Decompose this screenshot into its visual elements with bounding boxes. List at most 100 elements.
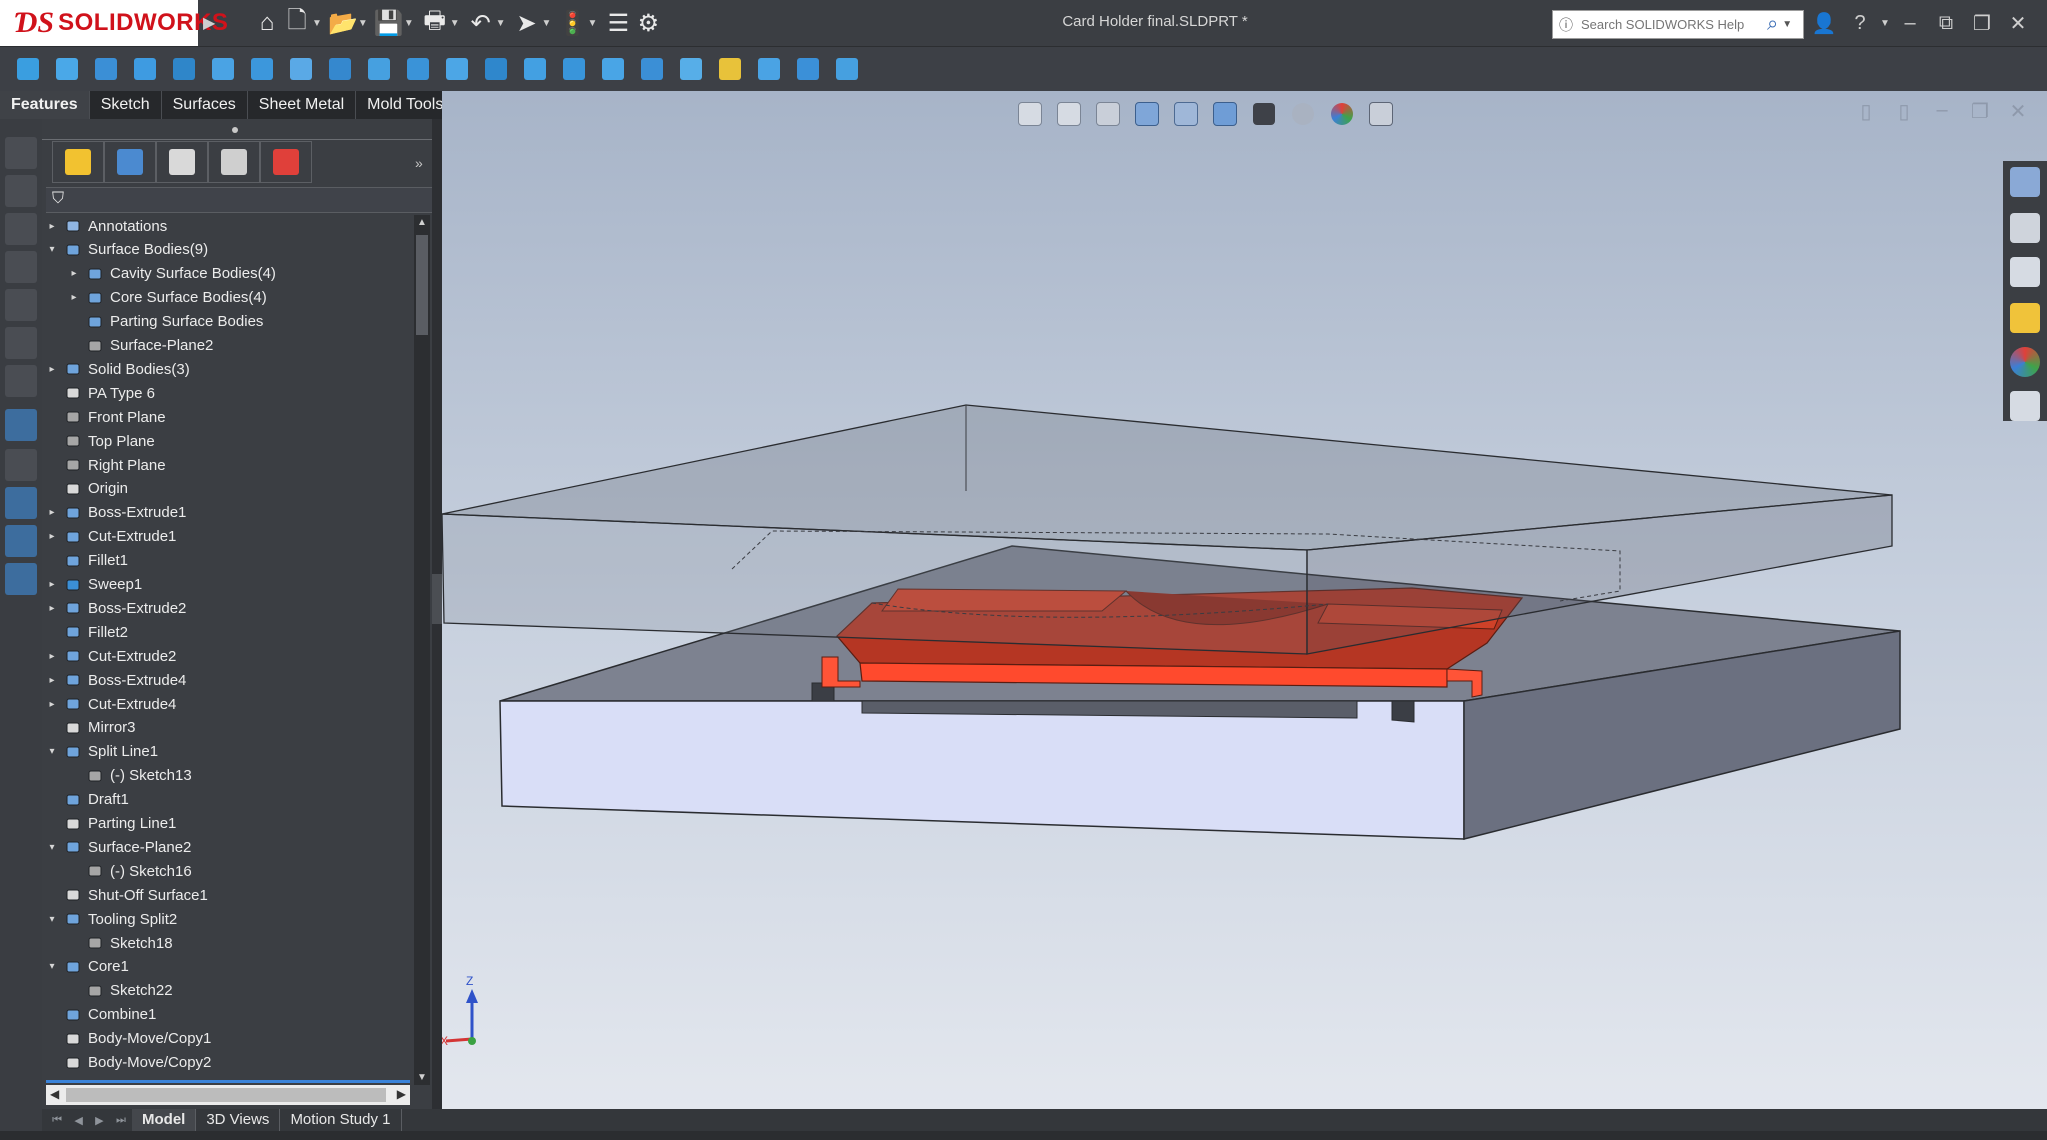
tree-item[interactable]: ▾ Surface Bodies(9) xyxy=(46,239,208,261)
new-document-dropdown-icon[interactable]: ▼ xyxy=(312,18,322,29)
last-tab-icon[interactable]: ⏭ xyxy=(116,1114,126,1127)
tree-item[interactable]: ▸ Solid Bodies(3) xyxy=(46,358,189,380)
feature-command-16-icon[interactable] xyxy=(595,52,631,86)
graphics-area[interactable]: ▯ ▯ – ❐ ✕ Z X xyxy=(442,91,2047,1109)
tree-item[interactable]: Combine1 xyxy=(46,1004,156,1026)
save-dropdown-icon[interactable]: ▼ xyxy=(404,18,414,29)
display-manager-tab-icon[interactable] xyxy=(260,141,312,183)
left-tool-7-icon[interactable] xyxy=(5,365,37,397)
expand-arrow-icon[interactable]: ▸ xyxy=(46,531,58,542)
scroll-left-icon[interactable]: ◀ xyxy=(50,1087,59,1101)
print-dropdown-icon[interactable]: ▼ xyxy=(450,18,460,29)
tab-surfaces[interactable]: Surfaces xyxy=(161,91,248,119)
tree-item[interactable]: Surface-Plane2 xyxy=(68,335,213,357)
close-icon[interactable]: ✕ xyxy=(2000,11,2036,36)
open-icon[interactable]: 📂 xyxy=(328,9,358,37)
left-tool-5-icon[interactable] xyxy=(5,289,37,321)
view-palette-icon[interactable] xyxy=(2010,303,2040,333)
file-explorer-icon[interactable] xyxy=(2010,257,2040,287)
tree-item[interactable]: ▾ Surface-Plane2 xyxy=(46,836,191,858)
left-tool-4-icon[interactable] xyxy=(5,251,37,283)
expand-arrow-icon[interactable]: ▸ xyxy=(68,268,80,279)
tree-item[interactable]: ▸ Sweep1 xyxy=(46,574,142,596)
left-tool-3-icon[interactable] xyxy=(5,213,37,245)
feature-command-14-icon[interactable] xyxy=(517,52,553,86)
undo-icon[interactable]: ↶ xyxy=(466,9,496,37)
tree-item[interactable]: ▾ Core1 xyxy=(46,956,128,978)
tree-item[interactable]: Sketch22 xyxy=(68,980,173,1002)
left-tool-12-icon[interactable] xyxy=(5,563,37,595)
tree-item[interactable]: ▸ Boss-Extrude1 xyxy=(46,502,186,524)
tree-item[interactable]: ▸ Boss-Extrude2 xyxy=(46,597,186,619)
new-document-icon[interactable]: 🗋 xyxy=(282,7,312,37)
feature-command-11-icon[interactable] xyxy=(400,52,436,86)
rebuild-icon[interactable]: 🚦 xyxy=(557,9,587,37)
solidworks-resources-icon[interactable] xyxy=(2010,167,2040,197)
tree-item[interactable]: Shut-Off Surface1 xyxy=(46,884,208,906)
select-icon[interactable]: ➤ xyxy=(512,9,542,37)
tree-item[interactable]: Body-Move/Copy1 xyxy=(46,1028,211,1050)
expand-arrow-icon[interactable]: ▸ xyxy=(46,221,58,232)
tree-item[interactable]: (-) Sketch13 xyxy=(68,765,192,787)
print-icon[interactable]: 🖶 xyxy=(420,7,450,37)
user-account-icon[interactable]: 👤 xyxy=(1806,11,1842,36)
tree-item[interactable]: ▸ Boss-Extrude4 xyxy=(46,669,186,691)
feature-command-8-icon[interactable] xyxy=(283,52,319,86)
scrollbar-thumb[interactable] xyxy=(416,235,428,335)
collapse-arrow-icon[interactable]: ▾ xyxy=(46,961,58,972)
tree-filter[interactable]: ⛉ xyxy=(46,187,432,213)
panel-splitter[interactable] xyxy=(432,119,442,1109)
save-icon[interactable]: 💾 xyxy=(374,9,404,37)
feature-command-15-icon[interactable] xyxy=(556,52,592,86)
feature-command-21-icon[interactable] xyxy=(790,52,826,86)
left-tool-8-icon[interactable] xyxy=(5,409,37,441)
tree-vertical-scrollbar[interactable]: ▲ ▼ xyxy=(414,215,430,1085)
tree-item[interactable]: Front Plane xyxy=(46,406,166,428)
tree-item[interactable]: Parting Line1 xyxy=(46,813,176,835)
tab-features[interactable]: Features xyxy=(0,91,90,119)
expand-arrow-icon[interactable]: ▸ xyxy=(68,292,80,303)
bottom-tab-model[interactable]: Model xyxy=(132,1109,197,1131)
tree-item[interactable]: PA Type 6 xyxy=(46,382,155,404)
collapse-arrow-icon[interactable]: ▾ xyxy=(46,244,58,255)
tree-item[interactable]: Mirror3 xyxy=(46,717,136,739)
expand-arrow-icon[interactable]: ▸ xyxy=(46,364,58,375)
tree-item[interactable]: Body-Move/Copy2 xyxy=(46,1052,211,1074)
expand-arrow-icon[interactable]: ▸ xyxy=(46,651,58,662)
tree-item[interactable]: ▸ Cavity Surface Bodies(4) xyxy=(68,263,275,285)
feature-command-1-icon[interactable] xyxy=(10,52,46,86)
tree-item[interactable]: ▾ Split Line1 xyxy=(46,741,158,763)
configuration-manager-tab-icon[interactable] xyxy=(156,141,208,183)
feature-command-18-icon[interactable] xyxy=(673,52,709,86)
file-properties-icon[interactable]: ☰ xyxy=(603,9,633,37)
bottom-tab-3d-views[interactable]: 3D Views xyxy=(196,1109,281,1131)
search-input[interactable] xyxy=(1579,12,1761,37)
tree-item[interactable]: (-) Sketch16 xyxy=(68,860,192,882)
feature-command-22-icon[interactable] xyxy=(829,52,865,86)
tree-item[interactable]: ▸ Core Surface Bodies(4) xyxy=(68,287,266,309)
menu-expand-icon[interactable]: ▶ xyxy=(203,13,215,33)
tab-sheet-metal[interactable]: Sheet Metal xyxy=(247,91,357,119)
left-tool-11-icon[interactable] xyxy=(5,525,37,557)
scroll-up-icon[interactable]: ▲ xyxy=(414,217,430,228)
collapse-arrow-icon[interactable]: ▾ xyxy=(46,914,58,925)
splitter-grip[interactable] xyxy=(432,574,442,624)
tree-item[interactable]: Parting Surface Bodies xyxy=(68,311,263,333)
next-tab-icon[interactable]: ▶ xyxy=(95,1114,103,1127)
scroll-right-icon[interactable]: ▶ xyxy=(397,1087,406,1101)
feature-command-10-icon[interactable] xyxy=(361,52,397,86)
feature-command-5-icon[interactable] xyxy=(166,52,202,86)
feature-command-9-icon[interactable] xyxy=(322,52,358,86)
feature-command-13-icon[interactable] xyxy=(478,52,514,86)
open-dropdown-icon[interactable]: ▼ xyxy=(358,18,368,29)
bottom-tab-motion-study-1[interactable]: Motion Study 1 xyxy=(280,1109,402,1131)
custom-properties-icon[interactable] xyxy=(2010,391,2040,421)
help-dropdown-icon[interactable]: ▼ xyxy=(1878,18,1892,29)
left-tool-1-icon[interactable] xyxy=(5,137,37,169)
panel-expand-icon[interactable]: » xyxy=(415,155,423,171)
left-tool-2-icon[interactable] xyxy=(5,175,37,207)
expand-arrow-icon[interactable]: ▸ xyxy=(46,603,58,614)
tree-item[interactable]: ▸ Cut-Extrude2 xyxy=(46,645,176,667)
tree-item[interactable]: Top Plane xyxy=(46,430,155,452)
tree-item[interactable]: ▸ Annotations xyxy=(46,215,167,237)
